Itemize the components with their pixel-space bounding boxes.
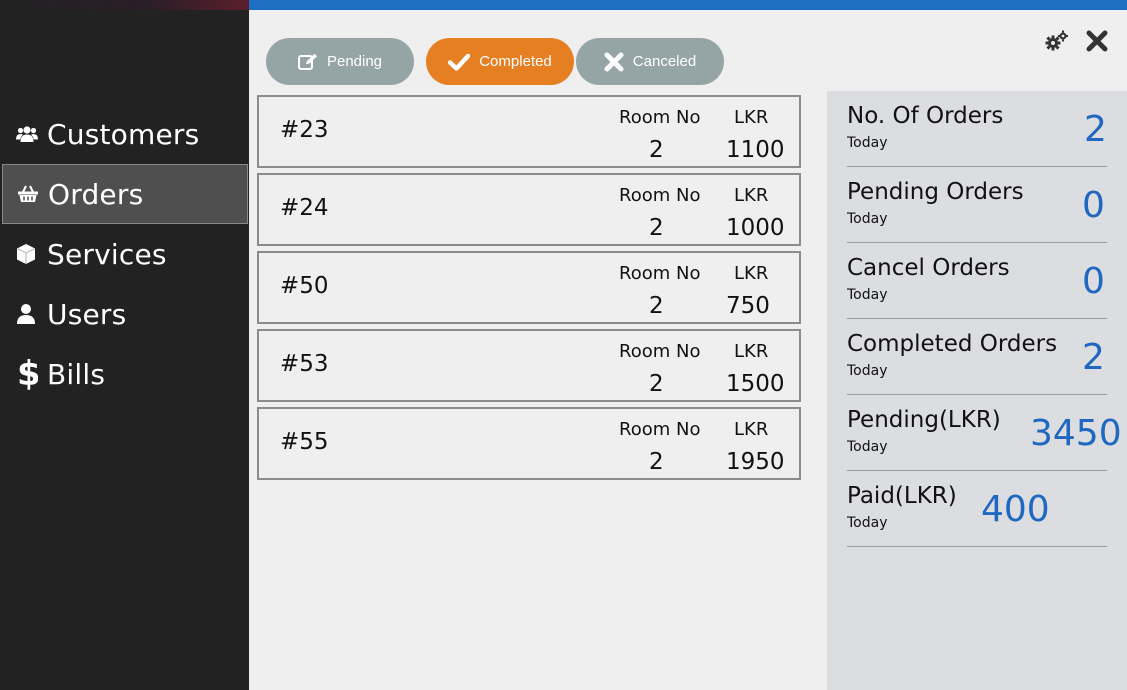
stat-value: 2 (1084, 109, 1107, 150)
amount-header: LKR (734, 107, 769, 128)
amount-value: 1950 (726, 449, 785, 475)
order-card[interactable]: #50 Room No LKR 2 750 (257, 251, 801, 324)
stat-title: Pending(LKR) (847, 407, 1001, 433)
sidebar-item-services[interactable]: Services (2, 224, 248, 284)
gears-icon[interactable] (1045, 30, 1069, 56)
basket-icon (17, 181, 43, 207)
room-header: Room No (619, 263, 701, 284)
room-header: Room No (619, 107, 701, 128)
sidebar-item-label: Users (47, 297, 127, 331)
stat-title: Cancel Orders (847, 255, 1010, 281)
dollar-icon: $ (16, 356, 42, 392)
order-id: #53 (280, 351, 329, 377)
stat-subtitle: Today (847, 363, 888, 379)
tab-completed[interactable]: Completed (426, 38, 574, 85)
room-value: 2 (649, 293, 664, 319)
stat-title: Completed Orders (847, 331, 1058, 357)
sidebar-top-bar (0, 0, 249, 10)
stat-value: 0 (1082, 261, 1105, 302)
stat-subtitle: Today (847, 135, 888, 151)
stat-no-of-orders: No. Of Orders Today 2 (847, 91, 1107, 167)
room-header: Room No (619, 419, 701, 440)
sidebar-item-label: Bills (47, 357, 106, 391)
user-icon (16, 301, 42, 327)
stat-subtitle: Today (847, 439, 888, 455)
order-card[interactable]: #24 Room No LKR 2 1000 (257, 173, 801, 246)
room-value: 2 (649, 215, 664, 241)
sidebar-item-orders[interactable]: Orders (2, 164, 248, 224)
svg-text:$: $ (17, 356, 38, 392)
stat-pending-lkr: Pending(LKR) Today 3450 (847, 395, 1122, 471)
top-accent-strip (249, 0, 1127, 10)
amount-value: 1000 (726, 215, 785, 241)
amount-value: 750 (726, 293, 770, 319)
room-value: 2 (649, 449, 664, 475)
sidebar-item-label: Services (47, 237, 167, 271)
stat-value: 2 (1082, 337, 1105, 378)
sidebar-item-customers[interactable]: Customers (2, 104, 248, 164)
close-icon[interactable] (1086, 30, 1108, 56)
sidebar-item-bills[interactable]: $ Bills (2, 344, 248, 404)
room-value: 2 (649, 371, 664, 397)
tab-pending[interactable]: Pending (266, 38, 414, 85)
order-card[interactable]: #55 Room No LKR 2 1950 (257, 407, 801, 480)
stats-panel: No. Of Orders Today 2 Pending Orders Tod… (827, 91, 1127, 690)
amount-value: 1100 (726, 137, 785, 163)
sidebar-item-label: Orders (48, 177, 144, 211)
amount-header: LKR (734, 341, 769, 362)
users-icon (16, 121, 42, 147)
sidebar-item-users[interactable]: Users (2, 284, 248, 344)
sidebar: Customers Orders Services Users $ Bills (0, 0, 249, 690)
order-card[interactable]: #53 Room No LKR 2 1500 (257, 329, 801, 402)
x-icon (604, 52, 624, 71)
stat-cancel-orders: Cancel Orders Today 0 (847, 243, 1107, 319)
cube-icon (16, 241, 42, 267)
stat-subtitle: Today (847, 211, 888, 227)
sidebar-item-label: Customers (47, 117, 200, 151)
stat-title: Paid(LKR) (847, 483, 957, 509)
check-icon (448, 53, 471, 71)
stat-value: 0 (1082, 185, 1105, 226)
order-id: #24 (280, 195, 329, 221)
tab-completed-label: Completed (479, 53, 552, 70)
order-id: #55 (280, 429, 329, 455)
tab-canceled-label: Canceled (632, 53, 697, 70)
amount-header: LKR (734, 185, 769, 206)
stat-title: Pending Orders (847, 179, 1024, 205)
order-card[interactable]: #23 Room No LKR 2 1100 (257, 95, 801, 168)
tab-canceled[interactable]: Canceled (576, 38, 724, 85)
order-id: #23 (280, 117, 329, 143)
order-id: #50 (280, 273, 329, 299)
stat-subtitle: Today (847, 515, 888, 531)
stat-subtitle: Today (847, 287, 888, 303)
room-value: 2 (649, 137, 664, 163)
amount-header: LKR (734, 263, 769, 284)
edit-icon (297, 53, 317, 70)
stat-value: 3450 (1030, 413, 1122, 454)
stat-title: No. Of Orders (847, 103, 1004, 129)
amount-value: 1500 (726, 371, 785, 397)
stat-completed-orders: Completed Orders Today 2 (847, 319, 1107, 395)
tab-pending-label: Pending (326, 53, 383, 70)
room-header: Room No (619, 185, 701, 206)
sidebar-nav: Customers Orders Services Users $ Bills (2, 104, 248, 404)
stat-pending-orders: Pending Orders Today 0 (847, 167, 1107, 243)
amount-header: LKR (734, 419, 769, 440)
stat-value: 400 (981, 489, 1050, 530)
stat-paid-lkr: Paid(LKR) Today 400 (847, 471, 1107, 547)
room-header: Room No (619, 341, 701, 362)
